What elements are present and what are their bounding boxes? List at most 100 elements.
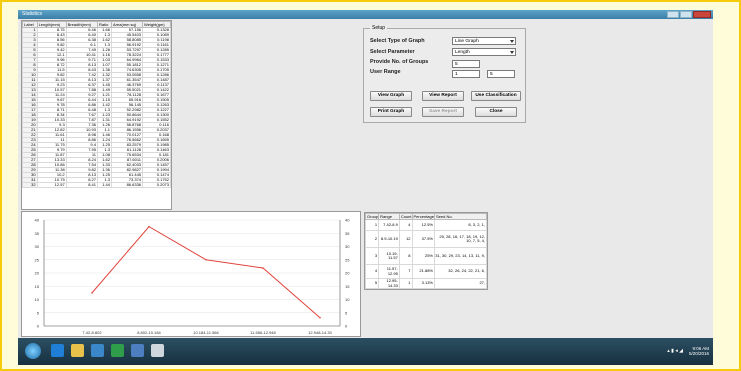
y-tick-label: 25 [35,257,40,262]
group-cell[interactable]: 8 [398,247,413,265]
line-chart: 0 0 5 5 10 10 15 15 20 20 25 25 30 30 35 35 40 40 7.42-8.8… [35,218,351,336]
maximize-button[interactable] [680,11,692,18]
y-tick-label: 0 [37,324,40,329]
table-row[interactable]: 32 12.57 8.41 1.44 86.6336 0.2073 [22,182,171,188]
setup-title: Setup [370,25,388,31]
group-cell[interactable]: 8, 3, 2, 1, [433,219,488,231]
minimize-button[interactable] [667,11,679,18]
y-tick-label: 30 [35,244,40,249]
line-chart-panel: 0 0 5 5 10 10 15 15 20 20 25 25 30 30 35 35 40 40 7.42-8.8… [21,211,361,337]
close-window-button[interactable] [693,11,711,18]
table-row[interactable]: 2 8.9-10.19 12 37.5% 25, 28, 16, 17, 18, 19,… [364,230,488,248]
word-icon[interactable] [131,344,144,357]
range-from-input[interactable]: 1 [452,70,480,78]
print-graph-button[interactable]: Print Graph [370,107,412,117]
title-bar: Statistics [18,10,713,19]
system-tray-icons[interactable]: ▴ ▮ ◂ ◢ [667,348,683,354]
close-button[interactable]: Close [475,107,517,117]
group-cell[interactable]: 37.5% [411,230,435,248]
data-point [91,292,93,294]
groups-label: Provide No. of Groups [370,59,429,65]
group-cell[interactable]: 21.88% [411,264,435,279]
group-cell[interactable]: 1 [398,278,413,289]
group-cell[interactable]: 5 [364,278,380,289]
y-tick-label: 5 [37,310,40,315]
group-cell[interactable]: 25, 28, 16, 17, 18, 19, 12, 10, 7, 5, 4, [433,230,488,248]
grid-cell[interactable]: 32 [22,182,38,188]
table-row[interactable]: 1 7.42-8.9 4 12.5% 8, 3, 2, 1, [364,219,488,231]
graph-type-value: Line Graph [455,39,479,44]
group-cell[interactable]: 3 [364,247,380,265]
group-cell[interactable]: 2 [364,230,380,248]
grid-cell[interactable]: 8.41 [65,182,98,188]
groups-input[interactable]: 5 [452,60,480,68]
grid-cell[interactable]: 12.57 [36,182,67,188]
group-cell[interactable]: 12.95-14.33 [378,278,400,289]
x-tick-label: 8.802-10.184 [137,330,161,335]
group-cell[interactable]: 4 [398,219,413,231]
data-point [262,267,264,269]
group-cell[interactable]: 11.57-12.95 [378,264,400,279]
grid-cell[interactable]: 86.6336 [110,182,144,188]
group-cell[interactable]: 31, 30, 29, 23, 14, 13, 11, 9, [433,247,488,265]
group-cell[interactable]: 27, [433,278,488,289]
y-tick-label-right: 0 [345,324,348,329]
y-tick-label: 15 [35,284,40,289]
view-graph-button[interactable]: View Graph [370,91,412,101]
start-button-icon[interactable] [25,343,41,359]
group-cell[interactable]: 7.42-8.9 [378,219,400,231]
table-row[interactable]: 4 11.57-12.95 7 21.88% 32, 26, 24, 22, 21, 6… [364,264,488,279]
table-row[interactable]: 3 10.19-11.57 8 25% 31, 30, 29, 23, 14, 13, … [364,247,488,265]
group-cell[interactable]: 1 [364,219,380,231]
x-tick-label: 7.42-8.802 [82,330,102,335]
table-row[interactable]: 5 12.95-14.33 1 3.13% 27, [364,278,488,289]
window-title: Statistics [22,11,43,17]
group-cell[interactable]: 32, 26, 24, 22, 21, 6, [433,264,488,279]
clock[interactable]: 9:06 AM 5/20/2016 [689,346,709,356]
y-tick-label: 10 [35,297,40,302]
measurement-grid[interactable]: Label Length(mm) Breadth(mm) Ratio Area(mm s… [21,20,172,210]
group-cell[interactable]: 3.13% [411,278,435,289]
group-cell[interactable]: 4 [364,264,380,279]
y-tick-label-right: 15 [345,284,350,289]
parameter-select[interactable]: Length [452,48,516,56]
series-line [91,225,321,319]
app-icon[interactable] [151,344,164,357]
page-frame: Statistics Label Length(mm) Breadth(mm) Rat… [0,0,741,371]
use-classification-button[interactable]: Use Classification [471,91,521,101]
y-tick-label-right: 10 [345,297,350,302]
group-cell[interactable]: 25% [411,247,435,265]
internet-explorer-icon[interactable] [51,344,64,357]
data-point [148,225,150,228]
group-column-header[interactable]: Percentage [411,213,435,220]
save-report-button[interactable]: Save Report [422,107,464,117]
y-tick-label: 35 [35,231,40,236]
parameter-label: Select Parameter [370,49,415,55]
group-cell[interactable]: 7 [398,264,413,279]
x-tick-label: 10.184-11.566 [193,330,219,335]
group-cell[interactable]: 12 [398,230,413,248]
group-cell[interactable]: 10.19-11.57 [378,247,400,265]
y-tick-label-right: 30 [345,244,350,249]
group-table[interactable]: Group Range Count Percentage Seed No. 1 7.42-… [364,212,488,290]
setup-panel: Setup Select Type of Graph Line Graph Se… [363,25,526,123]
y-tick-label: 40 [35,218,40,223]
y-tick-label-right: 25 [345,257,350,262]
data-point [319,316,321,319]
parameter-value: Length [455,50,470,55]
x-tick-label: 12.948-14.33 [308,330,332,335]
y-tick-label: 20 [35,271,40,276]
media-player-icon[interactable] [91,344,104,357]
file-explorer-icon[interactable] [71,344,84,357]
grid-cell[interactable]: 0.2073 [142,182,171,188]
spreadsheet-icon[interactable] [111,344,124,357]
grid-cell[interactable]: 1.44 [96,182,113,188]
group-column-header[interactable]: Group [364,213,380,220]
y-tick-label-right: 5 [345,310,348,315]
group-cell[interactable]: 8.9-10.19 [378,230,400,248]
graph-type-select[interactable]: Line Graph [452,37,516,45]
group-cell[interactable]: 12.5% [411,219,435,231]
view-report-button[interactable]: View Report [422,91,464,101]
range-to-input[interactable]: 5 [487,70,515,78]
group-column-header[interactable]: Count [398,213,413,220]
